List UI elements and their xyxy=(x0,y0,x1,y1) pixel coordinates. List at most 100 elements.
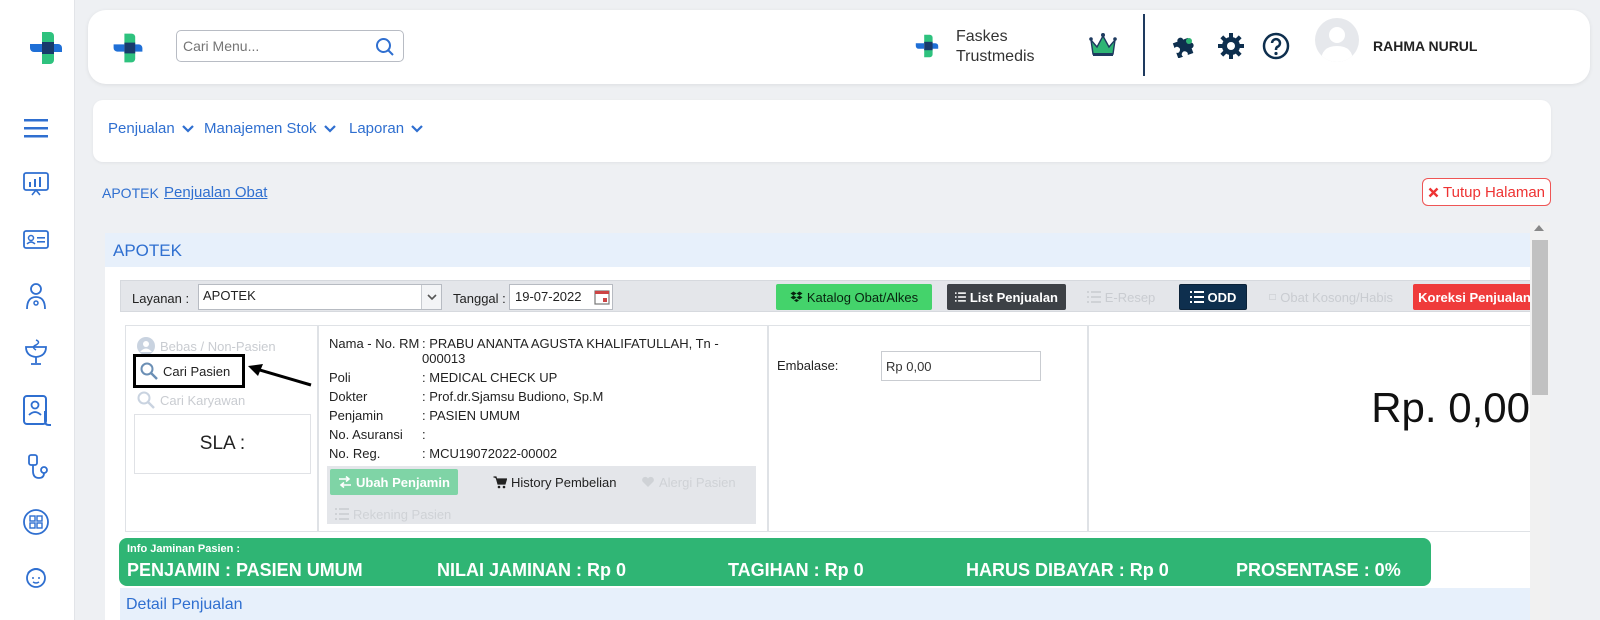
cari-pasien-button[interactable]: Cari Pasien xyxy=(133,354,245,388)
scroll-up-arrow-icon[interactable] xyxy=(1534,225,1544,231)
ubah-penjamin-button[interactable]: Ubah Penjamin xyxy=(330,469,458,495)
tanggal-input[interactable]: 19-07-2022 xyxy=(509,284,613,310)
pharmacy-bowl-icon[interactable] xyxy=(20,336,52,368)
doctor-icon[interactable] xyxy=(20,280,52,312)
scrollbar-thumb[interactable] xyxy=(1532,240,1548,395)
info-label: Penjamin xyxy=(329,408,384,423)
rekening-pasien-button[interactable]: Rekening Pasien xyxy=(327,501,459,527)
calendar-icon[interactable] xyxy=(594,289,610,305)
history-pembelian-button[interactable]: History Pembelian xyxy=(485,469,625,495)
header-divider xyxy=(1143,14,1145,76)
embalase-label: Embalase: xyxy=(777,358,839,373)
list-penjualan-button[interactable]: List Penjualan xyxy=(947,284,1066,310)
exchange-icon xyxy=(339,476,351,488)
annotation-arrow-icon xyxy=(248,364,312,387)
history-pembelian-label: History Pembelian xyxy=(511,474,617,490)
stethoscope-icon[interactable] xyxy=(20,452,52,484)
tanggal-label: Tanggal : xyxy=(453,291,506,306)
koreksi-penjualan-button[interactable]: Koreksi Penjualan xyxy=(1413,284,1536,310)
id-card-icon[interactable] xyxy=(20,224,52,256)
breadcrumb-current[interactable]: Penjualan Obat xyxy=(164,184,267,201)
search-icon xyxy=(140,362,158,380)
username[interactable]: RAHMA NURUL xyxy=(1373,38,1477,54)
list-penjualan-label: List Penjualan xyxy=(969,289,1058,305)
detail-penjualan-header: Detail Penjualan xyxy=(120,588,1535,620)
menu-label: Penjualan xyxy=(108,120,175,137)
obat-kosong-label: Obat Kosong/Habis xyxy=(1280,289,1393,305)
chevron-down-icon xyxy=(421,285,441,309)
katalog-obat-button[interactable]: Katalog Obat/Alkes xyxy=(776,284,932,310)
breadcrumb-root[interactable]: APOTEK xyxy=(102,185,159,201)
nurse-icon[interactable] xyxy=(20,562,52,594)
chevron-down-icon xyxy=(181,124,194,133)
user-circle-icon xyxy=(137,337,155,355)
chevron-down-icon xyxy=(411,124,423,133)
option-cari-karyawan-label: Cari Karyawan xyxy=(160,392,246,408)
search-icon xyxy=(137,391,155,409)
option-bebas-label: Bebas / Non-Pasien xyxy=(160,338,276,354)
patient-registration-icon[interactable] xyxy=(20,392,56,428)
settings-gear-icon[interactable] xyxy=(1217,32,1245,60)
info-label: Dokter xyxy=(329,389,368,404)
help-question-icon[interactable] xyxy=(1262,32,1290,60)
e-resep-label: E-Resep xyxy=(1104,289,1156,305)
layanan-value: APOTEK xyxy=(203,288,256,303)
crown-icon[interactable] xyxy=(1088,32,1118,58)
top-header: Faskes Trustmedis RAHMA NURUL xyxy=(88,10,1590,84)
trustmedis-logo-icon[interactable] xyxy=(26,28,66,68)
layanan-label: Layanan : xyxy=(132,291,190,306)
odd-label: ODD xyxy=(1207,289,1237,305)
info-row: Nama - No. RM : PRABU ANANTA AGUSTA KHAL… xyxy=(329,336,742,366)
info-row: Dokter : Prof.dr.Sjamsu Budiono, Sp.M xyxy=(329,389,742,404)
embalase-input[interactable]: Rp 0,00 xyxy=(881,351,1041,381)
alergi-pasien-button[interactable]: Alergi Pasien xyxy=(633,469,744,495)
ubah-penjamin-label: Ubah Penjamin xyxy=(356,474,450,490)
menu-manajemen-stok[interactable]: Manajemen Stok xyxy=(204,120,337,137)
info-value: : PRABU ANANTA AGUSTA KHALIFATULLAH, Tn … xyxy=(422,336,719,366)
info-value-text: MCU19072022-00002 xyxy=(429,446,558,461)
layanan-select[interactable]: APOTEK xyxy=(198,284,442,310)
odd-button[interactable]: ODD xyxy=(1179,284,1247,310)
jaminan-nilai: NILAI JAMINAN : Rp 0 xyxy=(437,560,626,580)
module-menu-bar: Penjualan Manajemen Stok Laporan xyxy=(93,100,1551,162)
info-value: : MEDICAL CHECK UP xyxy=(422,370,558,385)
hamburger-menu-icon[interactable] xyxy=(20,112,52,144)
info-value: : xyxy=(422,427,426,442)
option-bebas[interactable]: Bebas / Non-Pasien xyxy=(136,336,276,356)
user-silhouette-icon xyxy=(1321,27,1353,62)
info-value-text: PRABU ANANTA AGUSTA KHALIFATULLAH, Tn - … xyxy=(422,336,719,366)
close-page-label: Tutup Halaman xyxy=(1443,183,1545,201)
menu-search xyxy=(176,30,404,62)
sla-box: SLA : xyxy=(134,414,311,474)
jaminan-title: Info Jaminan Pasien : xyxy=(127,543,241,555)
jaminan-tagihan: TAGIHAN : Rp 0 xyxy=(728,560,864,580)
list-icon xyxy=(335,508,349,520)
heart-icon xyxy=(642,476,654,487)
globe-grid-icon[interactable] xyxy=(20,506,52,538)
grand-total: Rp. 0,00 xyxy=(1371,384,1530,431)
rekening-pasien-label: Rekening Pasien xyxy=(353,506,452,522)
close-page-button[interactable]: Tutup Halaman xyxy=(1422,178,1551,206)
menu-search-input[interactable] xyxy=(177,31,367,61)
info-value-text: Prof.dr.Sjamsu Budiono, Sp.M xyxy=(429,389,604,404)
option-cari-karyawan[interactable]: Cari Karyawan xyxy=(136,390,245,410)
menu-penjualan[interactable]: Penjualan xyxy=(108,120,195,137)
user-avatar[interactable] xyxy=(1315,18,1359,62)
info-row: No. Asuransi : xyxy=(329,427,742,442)
faskes-logo-icon xyxy=(915,34,939,58)
obat-kosong-button[interactable]: Obat Kosong/Habis xyxy=(1261,284,1401,310)
puzzle-icon[interactable] xyxy=(1170,32,1196,58)
patient-info-column: Nama - No. RM : PRABU ANANTA AGUSTA KHAL… xyxy=(318,325,768,532)
info-value: : PASIEN UMUM xyxy=(422,408,520,423)
trustmedis-logo-icon[interactable] xyxy=(110,30,146,66)
info-value: : MCU19072022-00002 xyxy=(422,446,558,461)
sales-panel: APOTEK Layanan : APOTEK Tanggal : 19-07-… xyxy=(105,233,1550,620)
info-label: No. Asuransi xyxy=(329,427,403,442)
menu-laporan[interactable]: Laporan xyxy=(349,120,424,137)
koreksi-label: Koreksi Penjualan xyxy=(1418,289,1531,305)
list-icon xyxy=(1189,291,1204,303)
info-row: Poli : MEDICAL CHECK UP xyxy=(329,370,742,385)
search-icon[interactable] xyxy=(375,37,395,57)
e-resep-button[interactable]: E-Resep xyxy=(1076,284,1166,310)
dashboard-chart-icon[interactable] xyxy=(20,168,52,200)
